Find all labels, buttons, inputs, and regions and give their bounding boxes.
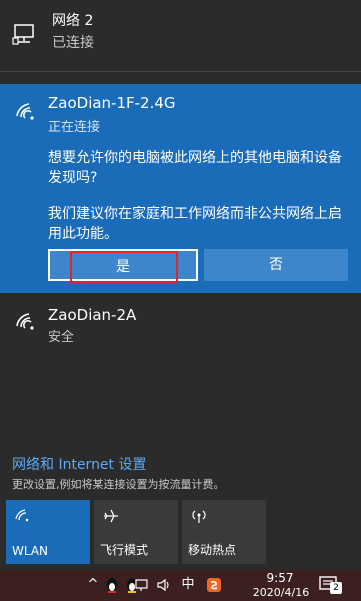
network-2-status: 已连接 [52, 35, 94, 51]
ethernet-icon [12, 24, 34, 45]
mobile-hotspot-label: 移动热点 [188, 543, 237, 557]
clock-time[interactable]: 9:57 [255, 571, 305, 585]
volume-icon[interactable] [156, 576, 172, 594]
network-2-name: 网络 2 [52, 13, 94, 29]
active-network-ssid: ZaoDian-1F-2.4G [48, 94, 176, 112]
no-button[interactable]: 否 [204, 249, 348, 281]
taskbar: ^ 中 9:57 2020/4/16 2 [0, 570, 361, 601]
wifi-icon [15, 509, 29, 522]
qq-icon[interactable] [104, 576, 120, 594]
network-flyout: 网络 2 已连接 ZaoDian-1F-2.4G 正在连接 想要允许你的电脑被此… [0, 0, 361, 570]
ime-indicator[interactable]: 中 [180, 576, 196, 594]
sogou-icon[interactable] [206, 576, 222, 594]
chevron-up-icon[interactable]: ^ [86, 576, 100, 594]
airplane-mode-tile[interactable]: 飞行模式 [94, 500, 178, 564]
network-2-item[interactable]: 网络 2 已连接 [0, 0, 361, 72]
yes-button[interactable]: 是 [48, 249, 198, 281]
mobile-hotspot-tile[interactable]: 移动热点 [182, 500, 266, 564]
other-network-ssid: ZaoDian-2A [48, 306, 137, 324]
clock-date[interactable]: 2020/4/16 [250, 586, 312, 599]
airplane-mode-label: 飞行模式 [100, 543, 149, 557]
other-network-item[interactable]: ZaoDian-2A 安全 [0, 300, 361, 350]
network-settings-subtitle: 更改设置,例如将某连接设置为按流量计费。 [12, 478, 225, 491]
discovery-recommendation: 我们建议你在家庭和工作网络而非公共网络上启用此功能。 [48, 206, 342, 242]
wlan-tile-label: WLAN [12, 544, 49, 558]
discovery-question: 想要允许你的电脑被此网络上的其他电脑和设备发现吗? [48, 150, 342, 186]
network-settings-link[interactable]: 网络和 Internet 设置 [12, 454, 147, 474]
network-tray-icon[interactable] [134, 576, 150, 594]
wlan-tile[interactable]: WLAN [6, 500, 90, 564]
active-network-status: 正在连接 [48, 120, 101, 135]
hotspot-icon [192, 510, 206, 523]
other-network-security: 安全 [48, 330, 75, 345]
notification-count-badge: 2 [330, 582, 342, 594]
airplane-icon [104, 509, 118, 523]
active-network-item: ZaoDian-1F-2.4G 正在连接 想要允许你的电脑被此网络上的其他电脑和… [0, 84, 361, 293]
quick-actions: WLAN 飞行模式 移动热点 [6, 500, 361, 564]
wifi-icon [16, 103, 34, 120]
wifi-secure-icon [16, 313, 34, 330]
